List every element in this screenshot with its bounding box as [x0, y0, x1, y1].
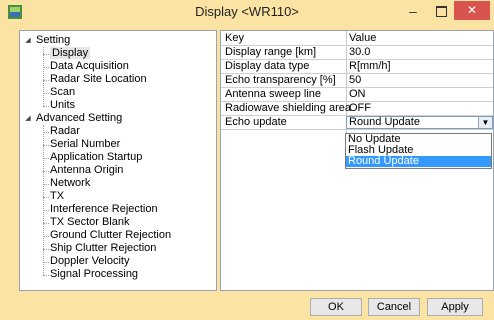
table-row[interactable]: Display data type R[mm/h]: [221, 60, 493, 74]
table-row[interactable]: Radiowave shielding area OFF: [221, 102, 493, 116]
tree-connector: [43, 275, 49, 276]
row-value[interactable]: 50: [349, 74, 361, 87]
tree-item-label: Ground Clutter Rejection: [50, 229, 172, 241]
row-key: Antenna sweep line: [225, 88, 322, 100]
tree-item-label: Radar Site Location: [50, 73, 147, 85]
row-key: Echo update: [225, 116, 287, 128]
chevron-down-icon[interactable]: ▼: [478, 117, 492, 128]
table-row[interactable]: Antenna sweep line ON: [221, 88, 493, 102]
tree-item-label: Data Acquisition: [50, 60, 129, 72]
tree-item-label: TX Sector Blank: [50, 216, 130, 228]
title-bar[interactable]: Display <WR110> – ✕: [0, 0, 494, 24]
tree-item-label: Ship Clutter Rejection: [50, 242, 157, 254]
table-row[interactable]: Echo transparency [%] 50: [221, 74, 493, 88]
tree-item-label: Units: [50, 99, 76, 111]
tree-item-label: Application Startup: [50, 151, 143, 163]
tree-item[interactable]: Application Startup: [50, 151, 142, 164]
row-key: Radiowave shielding area: [225, 102, 351, 114]
header-key: Key: [225, 32, 244, 44]
tree-item-label: Interference Rejection: [50, 203, 158, 215]
table-header-row: Key Value: [221, 32, 493, 46]
expand-toggle-icon[interactable]: ◢: [24, 34, 32, 47]
tree-item[interactable]: Doppler Velocity: [50, 255, 130, 268]
tree-item[interactable]: Display: [50, 47, 91, 60]
table-row[interactable]: Display range [km] 30.0: [221, 46, 493, 60]
tree-connector: [43, 125, 44, 275]
tree-item-label: Signal Processing: [50, 268, 139, 280]
tree-item-label: Network: [50, 177, 91, 189]
tree-item[interactable]: Radar: [50, 125, 80, 138]
tree-item-label: Serial Number: [50, 138, 121, 150]
tree-item[interactable]: Signal Processing: [50, 268, 138, 281]
tree-item-label: TX: [50, 190, 65, 202]
cancel-button[interactable]: Cancel: [368, 298, 420, 316]
tree-group-label: Advanced Setting: [36, 112, 123, 124]
ok-button[interactable]: OK: [310, 298, 362, 316]
table-row[interactable]: Echo update Round Update ▼: [221, 116, 493, 130]
row-value[interactable]: OFF: [349, 102, 371, 115]
row-key: Echo transparency [%]: [225, 74, 336, 86]
close-button[interactable]: ✕: [454, 1, 490, 20]
tree-item[interactable]: Ground Clutter Rejection: [50, 229, 171, 242]
tree-group-label: Setting: [36, 34, 71, 46]
tree-item-label: Scan: [50, 86, 76, 98]
tree-item[interactable]: Interference Rejection: [50, 203, 158, 216]
minimize-button[interactable]: –: [399, 4, 427, 20]
tree-item[interactable]: Data Acquisition: [50, 60, 129, 73]
tree-item[interactable]: TX: [50, 190, 64, 203]
tree-item[interactable]: Antenna Origin: [50, 164, 123, 177]
tree-item[interactable]: Units: [50, 99, 75, 112]
settings-tree: ◢ Setting Display Data Acquisition Radar Sit…: [19, 30, 217, 291]
row-key: Display range [km]: [225, 46, 317, 58]
tree-item[interactable]: Ship Clutter Rejection: [50, 242, 156, 255]
tree-connector: [43, 47, 44, 106]
row-value[interactable]: 30.0: [349, 46, 370, 59]
tree-item[interactable]: Serial Number: [50, 138, 120, 151]
row-key: Display data type: [225, 60, 310, 72]
apply-button[interactable]: Apply: [427, 298, 483, 316]
echo-update-select[interactable]: Round Update ▼: [346, 116, 493, 129]
dialog-window: Display <WR110> – ✕ ◢ Setting Display Data …: [0, 0, 494, 320]
combo-value: Round Update: [349, 116, 420, 128]
maximize-icon: [436, 6, 447, 17]
header-value: Value: [349, 32, 377, 44]
tree-connector: [43, 106, 49, 107]
dropdown-option-selected[interactable]: Round Update: [346, 156, 491, 167]
tree-item[interactable]: Scan: [50, 86, 75, 99]
expand-toggle-icon[interactable]: ◢: [24, 112, 32, 125]
tree-item-label-selected: Display: [50, 47, 91, 59]
tree-item[interactable]: TX Sector Blank: [50, 216, 129, 229]
row-value[interactable]: R[mm/h]: [349, 60, 391, 73]
maximize-button[interactable]: [428, 4, 454, 20]
tree-item[interactable]: Network: [50, 177, 90, 190]
tree-item-label: Doppler Velocity: [50, 255, 130, 267]
tree-item-label: Antenna Origin: [50, 164, 124, 176]
tree-item[interactable]: Radar Site Location: [50, 73, 147, 86]
echo-update-dropdown: No Update Flash Update Round Update: [345, 133, 492, 169]
tree-item-label: Radar: [50, 125, 80, 137]
row-value[interactable]: ON: [349, 88, 366, 101]
